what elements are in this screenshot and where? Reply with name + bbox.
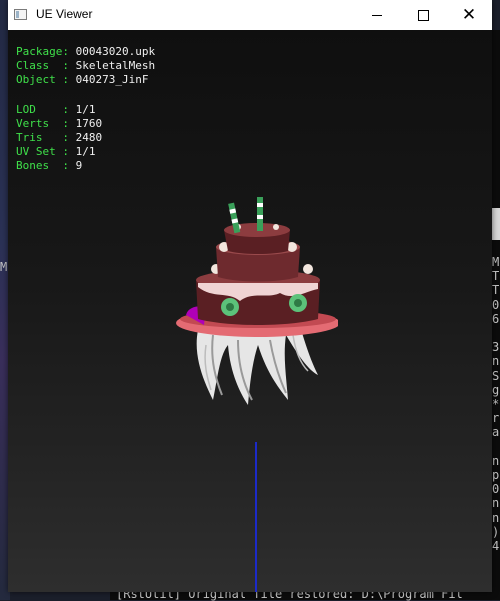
ue-viewer-window: UE Viewer ✕ Package: 00043020.upk Class :…	[8, 0, 492, 592]
info-value: 1/1	[75, 103, 96, 116]
maximize-icon	[417, 9, 429, 21]
background-console-text: M T T 0 6 3 n S g * r a n p 0 n n ) 4	[492, 255, 500, 554]
mesh-info-stats: LOD : 1/1 Verts : 1760 Tris : 2480 UV Set :…	[16, 103, 102, 173]
close-button[interactable]: ✕	[446, 0, 492, 30]
mesh-info-package: Package: 00043020.upk Class : SkeletalMes…	[16, 45, 155, 87]
info-label: Tris :	[16, 131, 76, 144]
background-text-fragment: M	[0, 260, 8, 274]
window-title: UE Viewer	[36, 7, 93, 21]
info-row: Bones : 9	[16, 159, 102, 173]
z-axis-line	[255, 442, 257, 592]
info-label: Bones :	[16, 159, 76, 172]
info-value: 1760	[75, 117, 103, 130]
info-value: 1/1	[75, 145, 96, 158]
info-label: Class :	[16, 59, 76, 72]
info-value: 00043020.upk	[75, 45, 156, 58]
maximize-button[interactable]	[400, 0, 446, 30]
minimize-button[interactable]	[354, 0, 400, 30]
info-value: 040273_JinF	[75, 73, 149, 86]
background-scrollbar-thumb	[492, 208, 500, 240]
info-row: Object : 040273_JinF	[16, 73, 155, 87]
info-label: Verts :	[16, 117, 76, 130]
info-row: Verts : 1760	[16, 117, 102, 131]
info-value: SkeletalMesh	[75, 59, 156, 72]
minimize-icon	[372, 14, 382, 16]
title-bar[interactable]: UE Viewer ✕	[8, 0, 492, 30]
info-label: UV Set :	[16, 145, 76, 158]
info-label: Object :	[16, 73, 76, 86]
info-row: Tris : 2480	[16, 131, 102, 145]
info-value: 9	[75, 159, 83, 172]
3d-viewport[interactable]: Package: 00043020.upk Class : SkeletalMes…	[8, 30, 492, 592]
info-value: 2480	[75, 131, 103, 144]
info-label: LOD :	[16, 103, 76, 116]
cake-hat-model	[176, 197, 338, 405]
info-row: UV Set : 1/1	[16, 145, 102, 159]
info-row: LOD : 1/1	[16, 103, 102, 117]
app-window-icon	[14, 9, 27, 20]
info-row: Class : SkeletalMesh	[16, 59, 155, 73]
info-row: Package: 00043020.upk	[16, 45, 155, 59]
info-label: Package:	[16, 45, 76, 58]
close-icon: ✕	[461, 4, 477, 25]
